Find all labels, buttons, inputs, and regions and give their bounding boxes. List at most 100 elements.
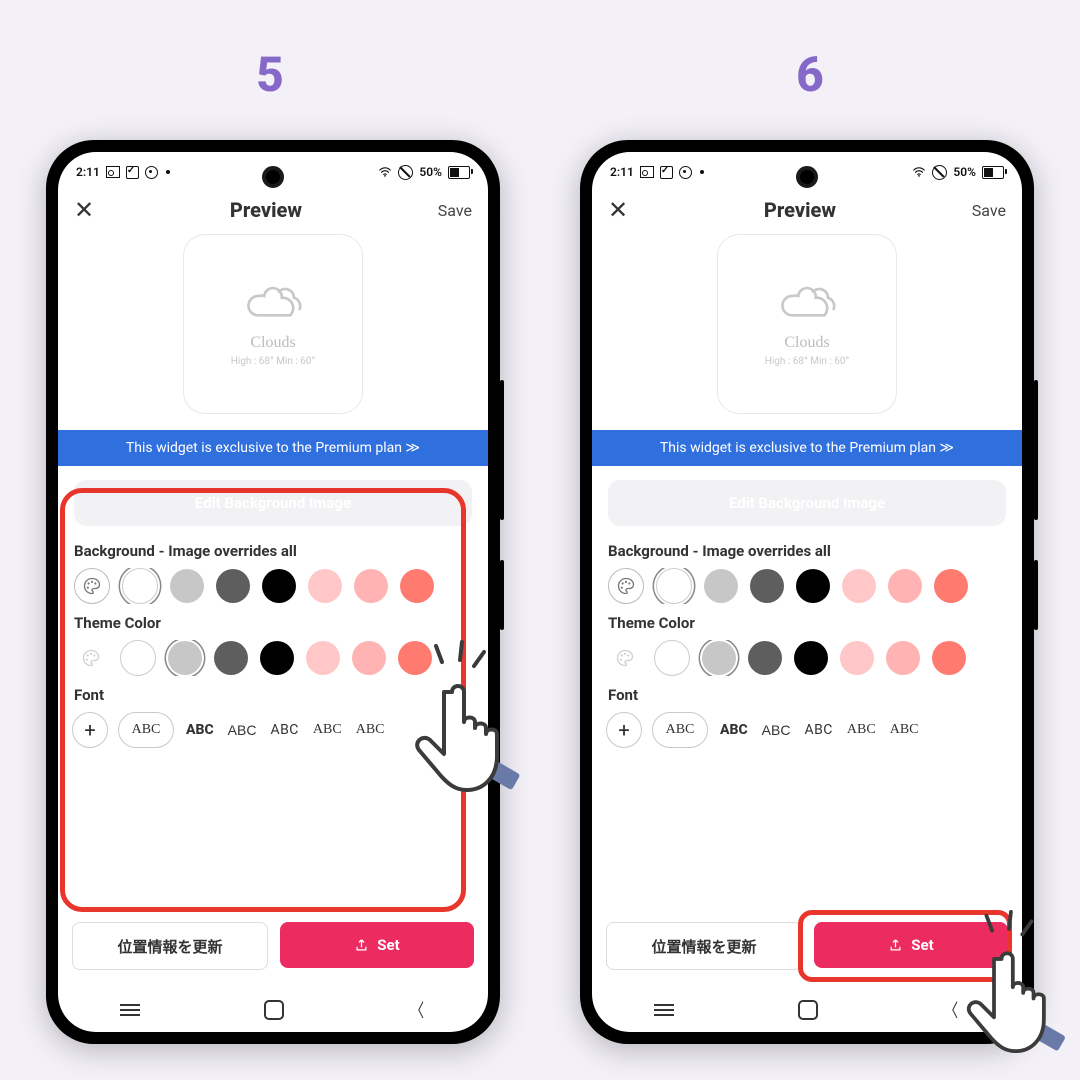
- color-swatch[interactable]: [354, 569, 388, 603]
- check-icon: [660, 166, 673, 179]
- save-button[interactable]: Save: [972, 201, 1006, 220]
- font-option[interactable]: ABC: [118, 712, 174, 748]
- close-icon[interactable]: ✕: [608, 198, 628, 222]
- picture-icon: [640, 166, 654, 178]
- background-swatches: [58, 568, 488, 604]
- font-option[interactable]: ABC: [354, 722, 387, 738]
- add-font-button[interactable]: +: [606, 712, 642, 748]
- color-picker-button[interactable]: [74, 641, 108, 675]
- palette-icon: [616, 576, 636, 596]
- palette-icon: [615, 648, 635, 668]
- color-swatch[interactable]: [932, 641, 966, 675]
- color-swatch[interactable]: [398, 641, 432, 675]
- picture-icon: [106, 166, 120, 178]
- add-font-button[interactable]: +: [72, 712, 108, 748]
- section-background-label: Background - Image overrides all: [592, 532, 1022, 568]
- nav-home-icon[interactable]: [798, 1000, 818, 1020]
- update-location-button[interactable]: 位置情報を更新: [606, 922, 802, 970]
- nav-recents-icon[interactable]: [654, 1004, 674, 1016]
- page-title: Preview: [764, 198, 836, 222]
- cloud-icon: [772, 282, 842, 324]
- color-swatch[interactable]: [888, 569, 922, 603]
- wifi-icon: [378, 167, 392, 177]
- set-icon: [354, 938, 369, 953]
- no-signal-icon: [932, 165, 947, 180]
- color-swatch[interactable]: [400, 569, 434, 603]
- font-option[interactable]: ABC: [652, 712, 708, 748]
- color-swatch[interactable]: [748, 641, 782, 675]
- font-row: + ABC ABC ABC ABC ABC ABC: [592, 712, 1022, 748]
- color-swatch[interactable]: [656, 568, 692, 604]
- battery-text: 50%: [419, 165, 442, 179]
- save-button[interactable]: Save: [438, 201, 472, 220]
- theme-swatches: [58, 640, 488, 676]
- edit-background-button[interactable]: Edit Background Image: [74, 480, 472, 526]
- color-swatch[interactable]: [796, 569, 830, 603]
- color-picker-button[interactable]: [74, 568, 110, 604]
- widget-high-low: High : 68° Min : 60°: [231, 356, 316, 367]
- premium-banner[interactable]: This widget is exclusive to the Premium …: [58, 430, 488, 466]
- font-option[interactable]: ABC: [226, 722, 259, 738]
- close-icon[interactable]: ✕: [74, 198, 94, 222]
- color-swatch[interactable]: [262, 569, 296, 603]
- set-button[interactable]: Set: [280, 922, 474, 968]
- battery-icon: [982, 166, 1004, 179]
- font-option[interactable]: ABC: [311, 722, 344, 738]
- nav-recents-icon[interactable]: [120, 1004, 140, 1016]
- color-swatch[interactable]: [260, 641, 294, 675]
- color-swatch[interactable]: [214, 641, 248, 675]
- font-option[interactable]: ABC: [888, 722, 921, 738]
- color-swatch[interactable]: [170, 569, 204, 603]
- color-swatch[interactable]: [750, 569, 784, 603]
- nav-back-icon[interactable]: 〈: [944, 997, 958, 1023]
- target-icon: [145, 166, 158, 179]
- font-option[interactable]: ABC: [802, 722, 834, 738]
- color-swatch[interactable]: [704, 569, 738, 603]
- color-picker-button[interactable]: [608, 641, 642, 675]
- nav-home-icon[interactable]: [264, 1000, 284, 1020]
- color-swatch[interactable]: [306, 641, 340, 675]
- color-swatch[interactable]: [842, 569, 876, 603]
- premium-banner[interactable]: This widget is exclusive to the Premium …: [592, 430, 1022, 466]
- color-swatch[interactable]: [840, 641, 874, 675]
- color-swatch[interactable]: [122, 568, 158, 604]
- color-swatch[interactable]: [352, 641, 386, 675]
- set-button[interactable]: Set: [814, 922, 1008, 968]
- set-button-label: Set: [377, 936, 399, 954]
- font-option[interactable]: ABC: [268, 722, 300, 738]
- font-row: + ABC ABC ABC ABC ABC ABC: [58, 712, 488, 748]
- section-font-label: Font: [592, 676, 1022, 712]
- widget-condition: Clouds: [784, 334, 829, 352]
- color-picker-button[interactable]: [608, 568, 644, 604]
- font-option[interactable]: ABC: [845, 722, 878, 738]
- nav-back-icon[interactable]: 〈: [410, 997, 424, 1023]
- color-swatch[interactable]: [216, 569, 250, 603]
- color-swatch[interactable]: [654, 640, 690, 676]
- target-icon: [679, 166, 692, 179]
- font-option[interactable]: ABC: [760, 722, 793, 738]
- widget-condition: Clouds: [250, 334, 295, 352]
- color-swatch[interactable]: [120, 640, 156, 676]
- color-swatch[interactable]: [934, 569, 968, 603]
- color-swatch[interactable]: [168, 641, 202, 675]
- color-swatch[interactable]: [702, 641, 736, 675]
- palette-icon: [81, 648, 101, 668]
- edit-background-button[interactable]: Edit Background Image: [608, 480, 1006, 526]
- phone-frame-5: 2:11 50% ✕ Preview Save: [46, 140, 500, 1044]
- widget-preview: Clouds High : 68° Min : 60°: [183, 234, 363, 414]
- cloud-icon: [238, 282, 308, 324]
- color-swatch[interactable]: [886, 641, 920, 675]
- font-option[interactable]: ABC: [718, 722, 750, 738]
- update-location-button[interactable]: 位置情報を更新: [72, 922, 268, 970]
- font-option[interactable]: ABC: [184, 722, 216, 738]
- section-font-label: Font: [58, 676, 488, 712]
- palette-icon: [82, 576, 102, 596]
- widget-high-low: High : 68° Min : 60°: [765, 356, 850, 367]
- status-time: 2:11: [610, 165, 634, 179]
- color-swatch[interactable]: [308, 569, 342, 603]
- step-number-5: 5: [256, 46, 284, 103]
- set-icon: [888, 938, 903, 953]
- section-background-label: Background - Image overrides all: [58, 532, 488, 568]
- status-bar: 2:11 50%: [592, 152, 1022, 188]
- color-swatch[interactable]: [794, 641, 828, 675]
